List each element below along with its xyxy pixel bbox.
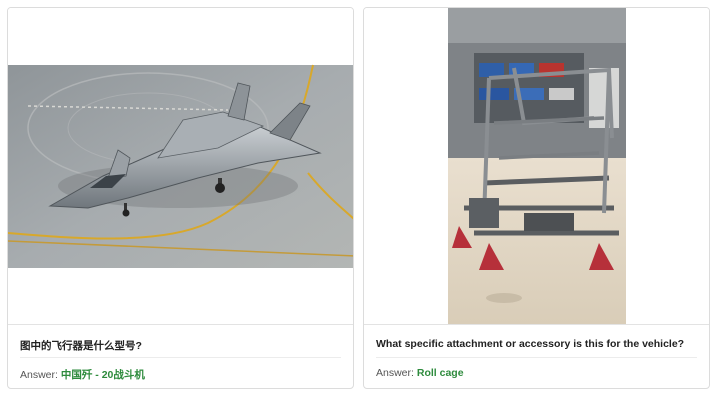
card-2-answer-value: Roll cage bbox=[416, 367, 464, 379]
card-1-image-area bbox=[8, 8, 353, 324]
qa-card-1[interactable]: 图中的飞行器是什么型号? Answer: 中国歼 - 20战斗机 bbox=[7, 7, 354, 389]
qa-card-2[interactable]: What specific attachment or accessory is… bbox=[363, 7, 710, 389]
card-1-question: 图中的飞行器是什么型号? bbox=[20, 340, 142, 352]
card-1-answer-label: Answer: bbox=[20, 369, 58, 381]
card-2-answer-label: Answer: bbox=[376, 367, 414, 379]
card-2-qa-divider bbox=[376, 357, 697, 358]
card-1-answer: Answer: 中国歼 - 20战斗机 bbox=[20, 367, 145, 382]
card-2-media-divider bbox=[364, 324, 709, 325]
qa-card-grid: 图中的飞行器是什么型号? Answer: 中国歼 - 20战斗机 What sp… bbox=[7, 7, 710, 389]
card-2-answer: Answer: Roll cage bbox=[376, 367, 464, 379]
card-1-answer-value: 中国歼 - 20战斗机 bbox=[60, 369, 145, 381]
card-1-media-divider bbox=[8, 324, 353, 325]
card-2-question: What specific attachment or accessory is… bbox=[376, 338, 685, 350]
card-2-image-area bbox=[364, 8, 709, 324]
card-1-qa-divider bbox=[20, 357, 341, 358]
fighter-jet-image bbox=[8, 8, 353, 324]
roll-cage-image bbox=[364, 8, 709, 324]
